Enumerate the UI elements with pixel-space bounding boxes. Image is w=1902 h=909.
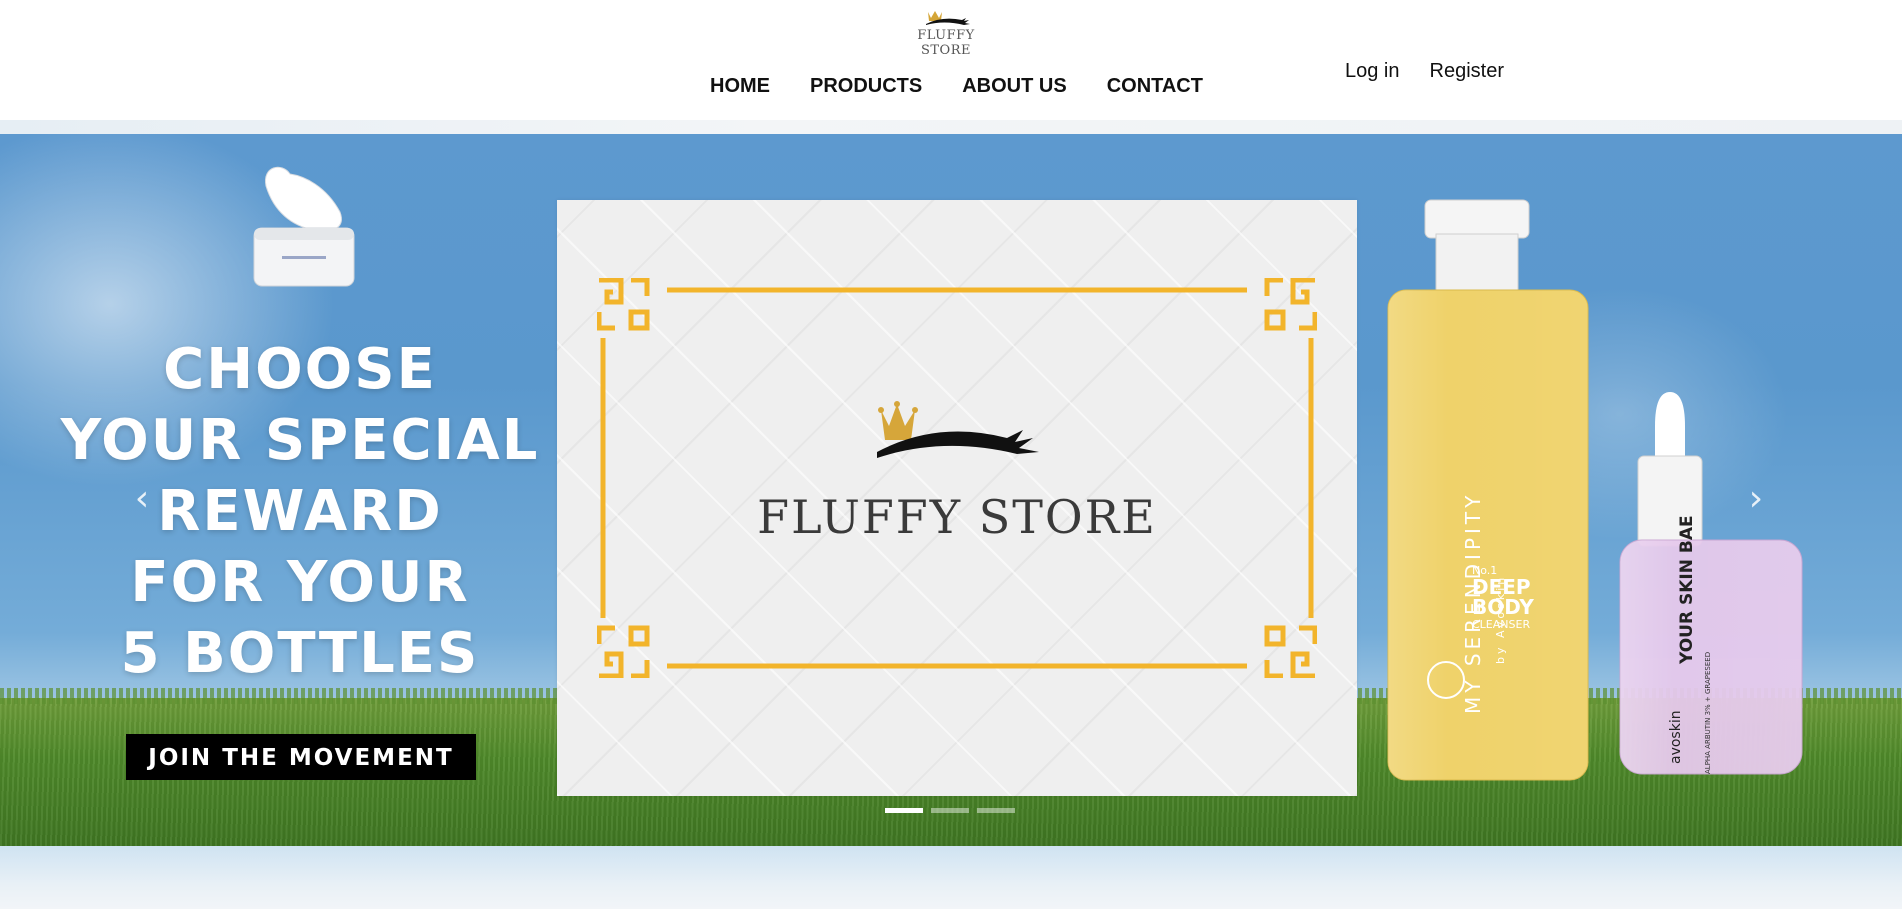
bottle-right-line: ALPHA ARBUTIN 3% + GRAPESEED [1704,652,1712,774]
bottle-left-line3: CLEANSER [1472,618,1530,631]
site-header: FLUFFY STORE HOME PRODUCTS ABOUT US CONT… [0,0,1902,120]
brand-logo-text: FLUFFY STORE [917,28,975,58]
join-the-movement-button[interactable]: JOIN THE MOVEMENT [126,734,476,780]
headline-line: 5 BOTTLES [120,621,480,686]
headline-line: CHOOSE [163,337,437,402]
hero-bottom-band [0,846,1902,909]
headline-line: FOR YOUR [130,550,470,615]
bottle-right-title: YOUR SKIN BAE [1677,515,1697,665]
main-nav: HOME PRODUCTS ABOUT US CONTACT [710,70,1203,102]
login-link[interactable]: Log in [1345,60,1400,83]
cream-jar-image [253,166,355,287]
register-link[interactable]: Register [1430,60,1504,83]
auth-links: Log in Register [1345,60,1504,83]
crown-eyelash-logo-icon [926,11,970,25]
chevron-right-icon: › [1748,478,1764,519]
hero-top-band [0,120,1902,134]
carousel-next-button[interactable]: › [1736,474,1776,524]
nav-products[interactable]: PRODUCTS [810,70,922,102]
bottle-left-line2: BODY [1472,595,1534,619]
card-logo: FLUFFY STORE [757,400,1157,560]
nav-contact[interactable]: CONTACT [1107,70,1203,102]
brand-card: FLUFFY STORE [557,200,1357,796]
crown-eyelash-logo-icon [877,401,1039,458]
bottle-right-brand: avoskin [1668,710,1684,764]
card-logo-text: FLUFFY STORE [757,490,1157,544]
carousel-indicator[interactable] [931,808,969,813]
nav-home[interactable]: HOME [710,70,770,102]
carousel-indicators [885,808,1015,813]
headline-line: REWARD [157,479,443,544]
brand-logo[interactable]: FLUFFY STORE [898,8,994,58]
nav-about-us[interactable]: ABOUT US [962,70,1066,102]
hero-carousel: CHOOSE YOUR SPECIAL REWARD FOR YOUR 5 BO… [0,134,1902,846]
promo-headline: CHOOSE YOUR SPECIAL REWARD FOR YOUR 5 BO… [40,334,560,689]
carousel-prev-button[interactable]: ‹ [122,474,162,524]
headline-line: YOUR SPECIAL [60,408,540,473]
carousel-indicator[interactable] [885,808,923,813]
carousel-indicator[interactable] [977,808,1015,813]
chevron-left-icon: ‹ [134,478,150,519]
